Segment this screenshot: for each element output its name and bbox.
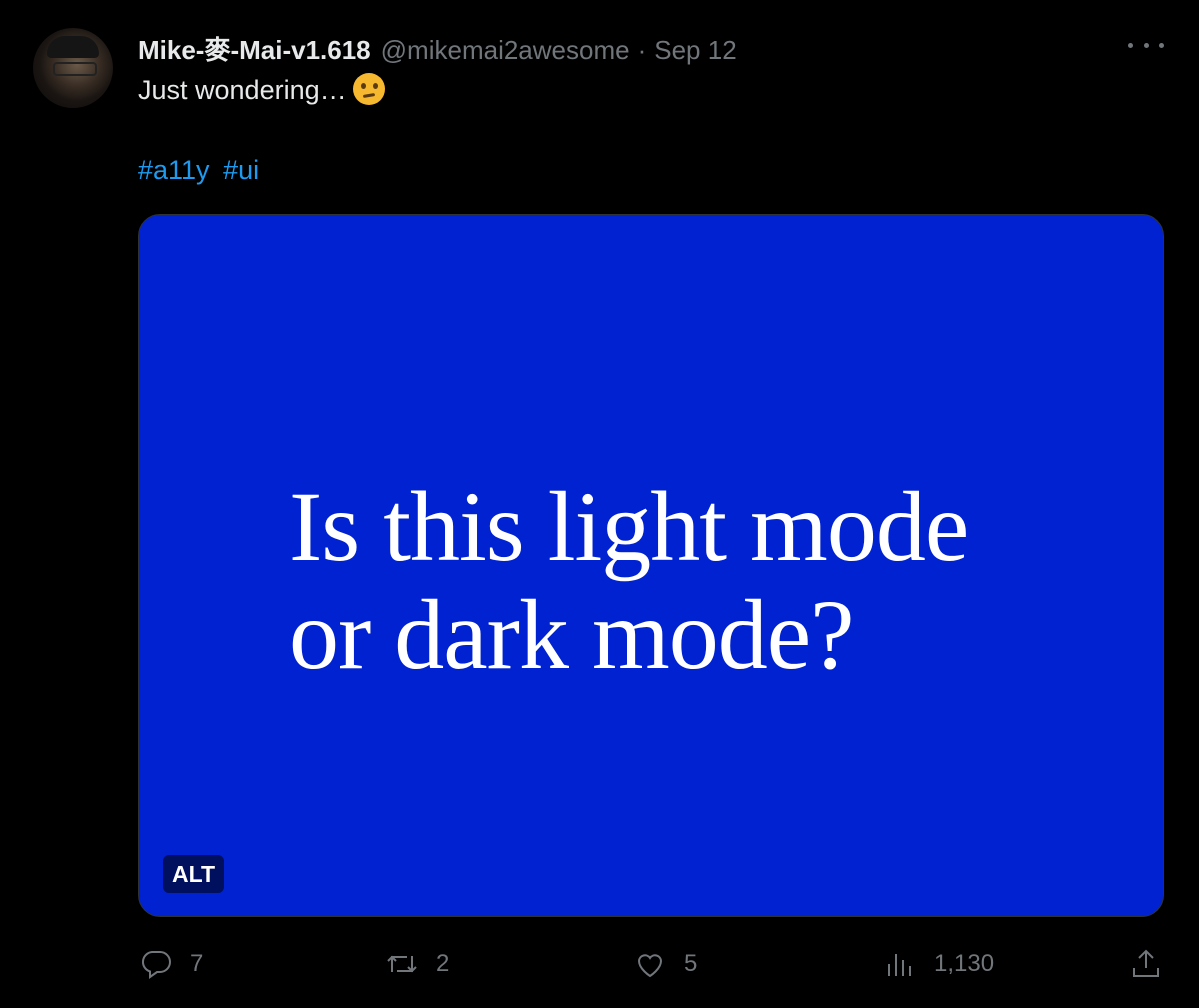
more-dot bbox=[1159, 42, 1164, 48]
tweet-text-content: Just wondering… bbox=[138, 75, 347, 105]
tweet-text: Just wondering… bbox=[138, 72, 385, 108]
header-separator: · bbox=[637, 35, 647, 65]
reply-button[interactable]: 7 bbox=[138, 944, 203, 984]
share-icon bbox=[1133, 949, 1159, 977]
image-text-line: Is this light mode bbox=[289, 471, 969, 582]
action-bar: 7 2 5 1,130 bbox=[138, 944, 1164, 984]
more-dot bbox=[1128, 42, 1133, 48]
reply-count: 7 bbox=[190, 950, 204, 977]
like-button[interactable]: 5 bbox=[632, 944, 697, 984]
more-dot bbox=[1143, 42, 1149, 48]
tweet-header: Mike-麥-Mai-v1.618 @mikemai2awesome · Sep… bbox=[138, 30, 737, 65]
avatar[interactable] bbox=[33, 28, 113, 108]
avatar-hat bbox=[47, 36, 99, 58]
views-button[interactable]: 1,130 bbox=[882, 944, 994, 984]
thinking-face-icon bbox=[352, 73, 385, 105]
hashtags: #a11y #ui bbox=[138, 152, 265, 188]
reply-icon bbox=[141, 951, 171, 979]
tweet-date[interactable]: Sep 12 bbox=[654, 35, 736, 66]
repost-count: 2 bbox=[436, 950, 450, 977]
hashtag-link[interactable]: #ui bbox=[223, 155, 259, 185]
image-text-line: or dark mode? bbox=[289, 579, 855, 690]
alt-badge[interactable]: ALT bbox=[163, 855, 225, 893]
media-image[interactable]: Is this light mode or dark mode? ALT bbox=[138, 214, 1164, 917]
repost-button[interactable]: 2 bbox=[384, 944, 449, 984]
tweet: Mike-麥-Mai-v1.618 @mikemai2awesome · Sep… bbox=[0, 0, 1199, 1008]
repost-icon bbox=[387, 955, 417, 973]
author-name[interactable]: Mike-麥-Mai-v1.618 bbox=[138, 30, 371, 67]
views-count: 1,130 bbox=[934, 950, 995, 977]
hashtag-link[interactable]: #a11y bbox=[138, 155, 210, 185]
avatar-glasses bbox=[53, 62, 97, 76]
like-count: 5 bbox=[684, 950, 698, 977]
author-handle[interactable]: @mikemai2awesome bbox=[381, 35, 630, 66]
share-button[interactable] bbox=[1128, 944, 1164, 984]
views-icon bbox=[888, 954, 911, 976]
more-options-button[interactable] bbox=[1128, 32, 1164, 58]
heart-icon bbox=[637, 954, 663, 978]
